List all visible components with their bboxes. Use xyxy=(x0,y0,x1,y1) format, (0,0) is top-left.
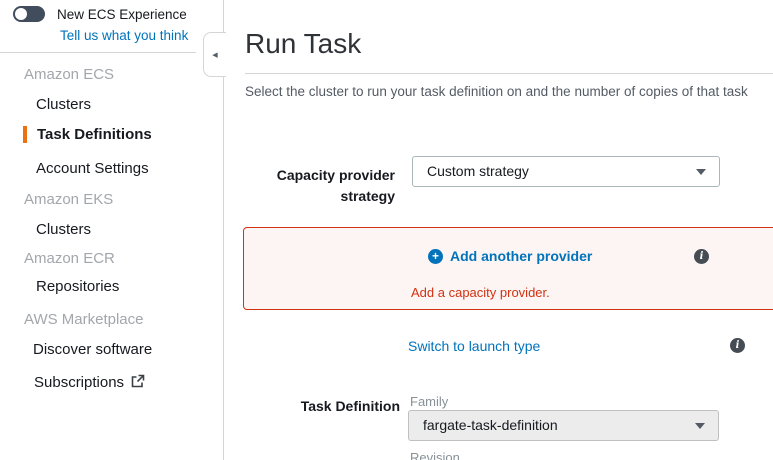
plus-icon: + xyxy=(428,249,443,264)
add-another-provider-label: Add another provider xyxy=(450,248,592,264)
toggle-knob xyxy=(15,8,27,20)
sidebar-section-amazon-ecs: Amazon ECS xyxy=(24,66,114,83)
sidebar-item-clusters-ecs[interactable]: Clusters xyxy=(36,96,91,113)
task-definition-label: Task Definition xyxy=(250,396,400,417)
feedback-link[interactable]: Tell us what you think xyxy=(60,28,188,43)
sidebar-item-task-definitions[interactable]: Task Definitions xyxy=(23,126,152,143)
revision-label: Revision xyxy=(410,450,460,460)
sidebar-item-label: Subscriptions xyxy=(34,374,124,391)
info-icon[interactable]: i xyxy=(730,338,745,353)
sidebar-section-aws-marketplace: AWS Marketplace xyxy=(24,311,143,328)
page-title: Run Task xyxy=(245,28,361,60)
capacity-provider-error-message: Add a capacity provider. xyxy=(411,285,550,300)
title-divider xyxy=(245,73,773,74)
sidebar-item-account-settings[interactable]: Account Settings xyxy=(36,160,149,177)
task-definition-family-select[interactable]: fargate-task-definition xyxy=(408,410,719,441)
sidebar: New ECS Experience Tell us what you thin… xyxy=(0,0,224,460)
capacity-provider-strategy-value: Custom strategy xyxy=(427,163,529,179)
new-experience-toggle-row: New ECS Experience xyxy=(13,6,187,22)
page-description: Select the cluster to run your task defi… xyxy=(245,84,773,99)
sidebar-section-amazon-ecr: Amazon ECR xyxy=(24,250,115,267)
switch-to-launch-type-link[interactable]: Switch to launch type xyxy=(408,338,540,354)
sidebar-section-amazon-eks: Amazon EKS xyxy=(24,191,113,208)
external-link-icon xyxy=(131,374,145,392)
family-label: Family xyxy=(410,394,448,409)
info-icon[interactable]: i xyxy=(694,249,709,264)
sidebar-collapse-tab[interactable]: ◀ xyxy=(203,32,226,77)
task-definition-family-value: fargate-task-definition xyxy=(423,417,558,433)
sidebar-item-discover-software[interactable]: Discover software xyxy=(33,341,152,358)
add-another-provider-button[interactable]: + Add another provider xyxy=(428,248,592,264)
sidebar-divider xyxy=(0,52,196,53)
sidebar-item-subscriptions[interactable]: Subscriptions xyxy=(34,373,145,391)
sidebar-item-clusters-eks[interactable]: Clusters xyxy=(36,221,91,238)
chevron-down-icon xyxy=(696,169,706,175)
new-experience-label: New ECS Experience xyxy=(57,7,187,22)
new-experience-toggle[interactable] xyxy=(13,6,45,22)
chevron-down-icon xyxy=(695,423,705,429)
collapse-arrow-icon: ◀ xyxy=(212,51,217,59)
capacity-provider-strategy-label: Capacity provider strategy xyxy=(245,165,395,207)
capacity-provider-error-box: + Add another provider i Add a capacity … xyxy=(243,227,773,310)
capacity-provider-strategy-select[interactable]: Custom strategy xyxy=(412,156,720,187)
sidebar-item-repositories[interactable]: Repositories xyxy=(36,278,119,295)
